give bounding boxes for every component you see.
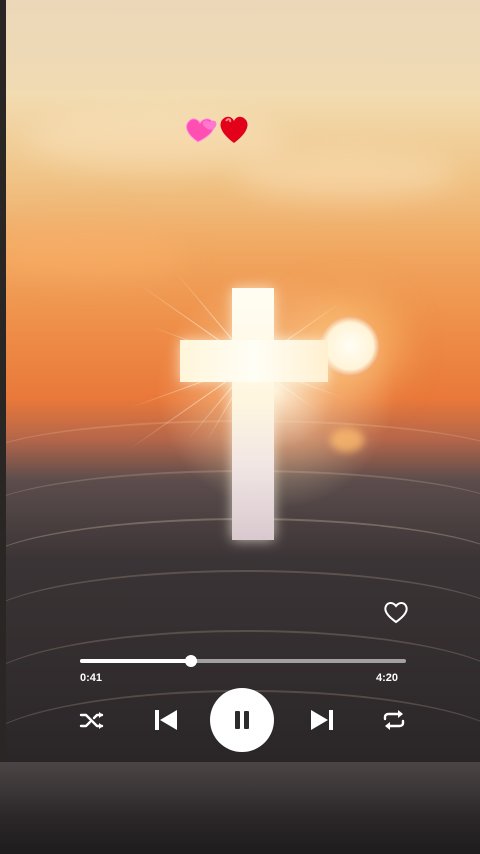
pause-button[interactable] xyxy=(210,688,274,752)
progress-knob[interactable] xyxy=(185,655,197,667)
cloud xyxy=(6,230,186,280)
shuffle-icon xyxy=(79,712,104,729)
heart-outline-icon xyxy=(384,602,408,624)
skip-next-icon xyxy=(311,710,333,730)
repeat-button[interactable] xyxy=(380,706,408,734)
cross-vertical-beam xyxy=(232,288,274,540)
bottom-letterbox xyxy=(0,762,480,854)
elapsed-time: 0:41 xyxy=(80,672,103,684)
story-frame: 0:41 4:20 xyxy=(0,0,480,854)
total-time: 4:20 xyxy=(376,672,399,684)
sun xyxy=(320,316,380,376)
top-letterbox xyxy=(0,0,480,90)
pause-icon xyxy=(235,711,249,729)
two-hearts-icon xyxy=(185,116,248,143)
skip-previous-icon xyxy=(155,710,177,730)
cross-horizontal-beam xyxy=(180,340,328,382)
previous-button[interactable] xyxy=(150,704,182,736)
cloud xyxy=(236,150,456,200)
next-button[interactable] xyxy=(306,704,338,736)
like-button[interactable] xyxy=(382,598,410,626)
progress-bar[interactable] xyxy=(80,655,406,667)
shuffle-button[interactable] xyxy=(78,706,106,734)
progress-fill xyxy=(80,659,191,663)
repeat-icon xyxy=(383,710,405,730)
